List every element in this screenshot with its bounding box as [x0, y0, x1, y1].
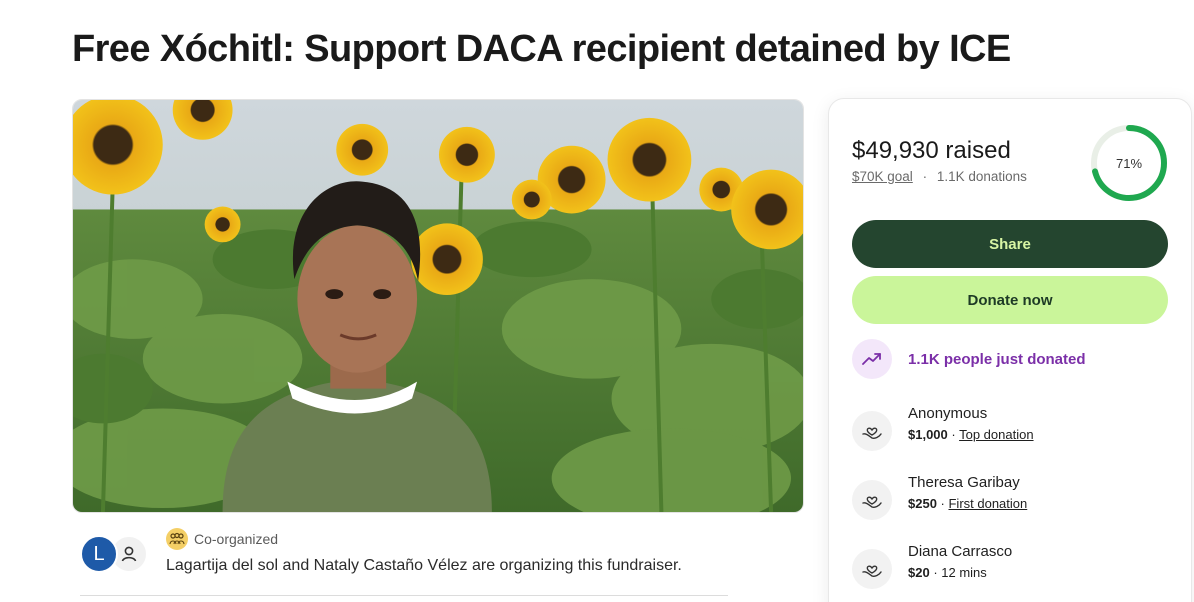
co-organized-label: Co-organized — [194, 531, 279, 547]
organizer-section: L Co-organized Lagartija del sol and Nat… — [80, 528, 730, 596]
person-icon — [121, 546, 137, 562]
donor-name: Diana Carrasco — [908, 543, 1013, 560]
donor-name: Anonymous — [908, 405, 988, 422]
donor-separator: · — [936, 496, 949, 511]
donor-separator: · — [929, 565, 942, 580]
divider — [80, 595, 728, 596]
donor-time: 12 mins — [941, 565, 987, 580]
page-title: Free Xóchitl: Support DACA recipient det… — [72, 28, 1011, 70]
donor-separator: · — [947, 427, 960, 442]
organizer-avatar[interactable]: L — [80, 535, 118, 573]
goal-separator: · — [922, 169, 928, 184]
co-organized-badge: Co-organized — [166, 528, 278, 550]
donor-amount: $20 — [908, 565, 930, 580]
campaign-photo-image — [73, 100, 803, 512]
heart-hand-icon — [852, 480, 892, 520]
donor-item: Diana Carrasco $20 · 12 mins — [852, 543, 1012, 589]
donor-item: Anonymous $1,000 · Top donation — [852, 405, 1034, 451]
organizer-text: Lagartija del sol and Nataly Castaño Vél… — [166, 557, 682, 574]
donation-card: $49,930 raised $70K goal · 1.1K donation… — [828, 98, 1192, 602]
progress-percent: 71% — [1115, 155, 1143, 171]
heart-hand-icon — [852, 411, 892, 451]
recent-donations-text: 1.1K people just donated — [908, 350, 1086, 368]
donor-amount: $1,000 — [908, 427, 948, 442]
share-button[interactable]: Share — [852, 220, 1168, 268]
donate-button[interactable]: Donate now — [852, 276, 1168, 324]
goal-line: $70K goal · 1.1K donations — [852, 169, 1027, 184]
donations-count: 1.1K donations — [936, 169, 1027, 184]
group-icon — [166, 528, 188, 550]
donor-note-link[interactable]: Top donation — [959, 427, 1033, 442]
trending-up-icon — [852, 339, 892, 379]
donor-amount: $250 — [908, 496, 937, 511]
heart-hand-icon — [852, 549, 892, 589]
donor-name: Theresa Garibay — [908, 474, 1020, 491]
campaign-photo[interactable] — [72, 99, 804, 513]
recent-donations-banner: 1.1K people just donated — [852, 339, 1086, 379]
donor-item: Theresa Garibay $250 · First donation — [852, 474, 1027, 520]
goal-link[interactable]: $70K goal — [852, 169, 913, 184]
donor-note-link[interactable]: First donation — [948, 496, 1027, 511]
amount-raised: $49,930 raised — [852, 137, 1011, 164]
